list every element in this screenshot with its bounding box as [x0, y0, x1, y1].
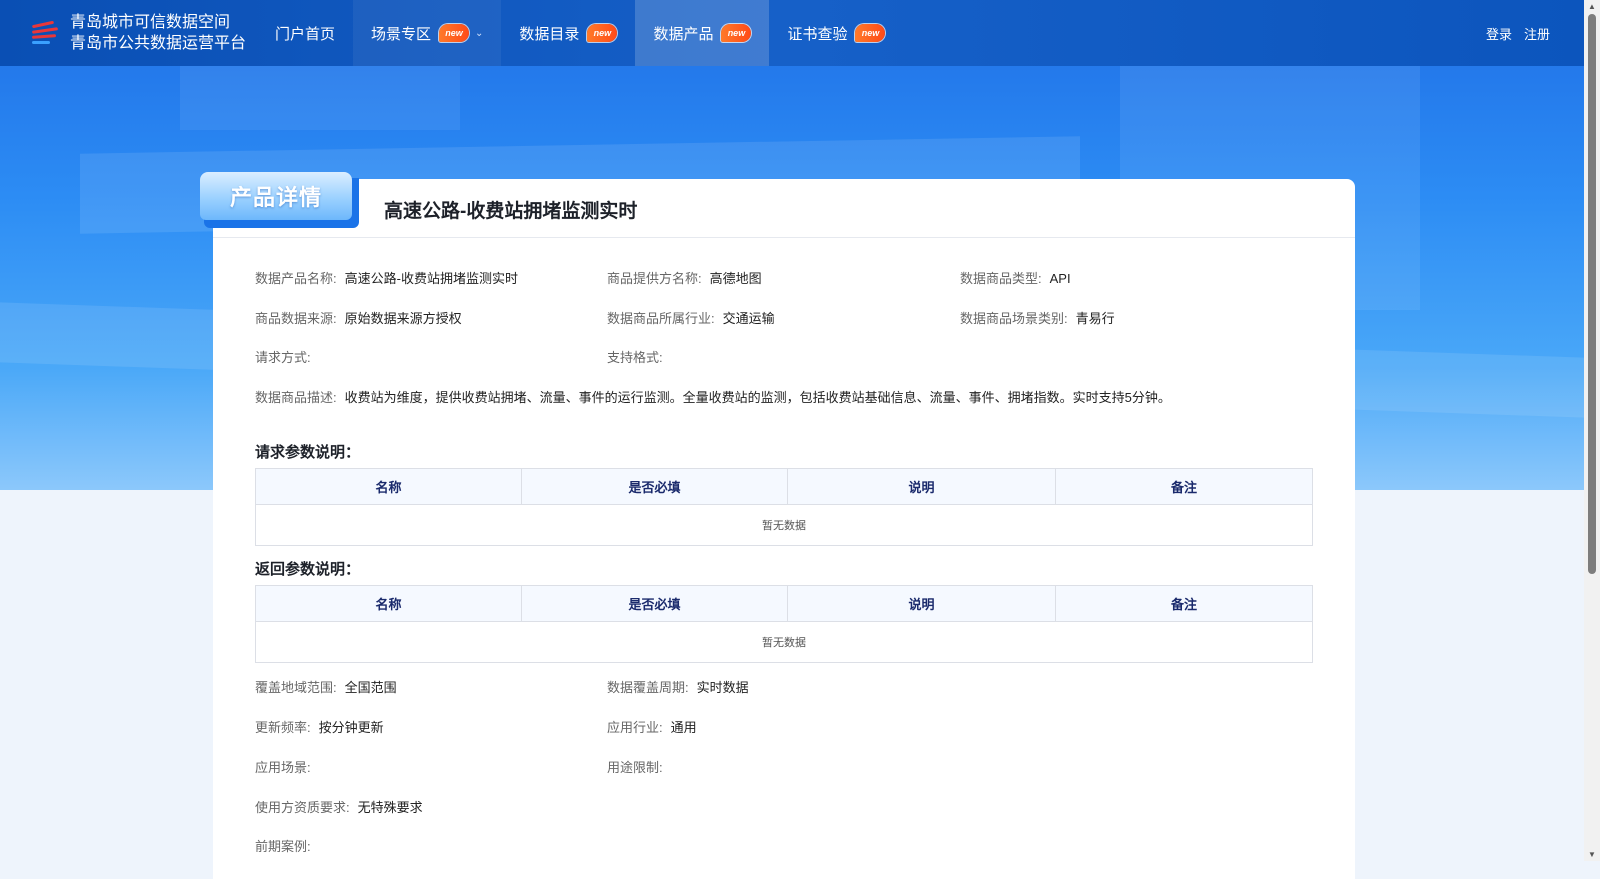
nav-data-products-label: 数据产品 — [653, 25, 714, 43]
field-data-source: 商品数据来源: 原始数据来源方授权 — [255, 308, 462, 327]
field-coverage-region: 覆盖地域范围: 全国范围 — [255, 677, 397, 696]
field-value: 交通运输 — [722, 311, 775, 326]
nav-certificate-check-label: 证书查验 — [787, 25, 848, 43]
product-detail-tag: 产品详情 — [200, 172, 359, 228]
field-value: 实时数据 — [696, 680, 749, 695]
chevron-down-icon: ⌄ — [475, 27, 484, 39]
field-label: 商品数据来源: — [255, 311, 337, 326]
product-detail-tag-label: 产品详情 — [200, 172, 352, 220]
register-link[interactable]: 注册 — [1524, 24, 1550, 43]
field-provider: 商品提供方名称: 高德地图 — [607, 268, 762, 287]
field-application-industry: 应用行业: 通用 — [607, 717, 697, 736]
field-application-scene: 应用场景: — [255, 757, 319, 776]
field-value: 通用 — [670, 720, 697, 735]
field-label: 数据商品描述: — [255, 390, 337, 405]
nav-certificate-check[interactable]: 证书查验 new — [769, 0, 903, 66]
field-label: 请求方式: — [255, 350, 311, 365]
nav-home[interactable]: 门户首页 — [257, 0, 353, 66]
column-header: 是否必填 — [521, 468, 788, 505]
field-label: 更新频率: — [255, 720, 311, 735]
field-label: 用途限制: — [607, 760, 663, 775]
response-params-title: 返回参数说明： — [255, 561, 361, 578]
page-scrollbar[interactable]: ▲ ▼ — [1584, 0, 1600, 861]
field-value: 无特殊要求 — [357, 800, 423, 815]
column-header: 备注 — [1055, 585, 1313, 622]
field-supported-format: 支持格式: — [607, 347, 671, 366]
login-link[interactable]: 登录 — [1486, 24, 1512, 43]
field-label: 覆盖地域范围: — [255, 680, 337, 695]
field-scene-category: 数据商品场景类别: 青易行 — [960, 308, 1115, 327]
field-label: 商品提供方名称: — [607, 271, 702, 286]
main-nav: 门户首页 场景专区 new ⌄ 数据目录 new 数据产品 new 证书查验 n… — [257, 0, 903, 66]
field-request-method: 请求方式: — [255, 347, 319, 366]
new-badge: new — [855, 24, 886, 42]
logo-icon — [30, 17, 62, 49]
field-update-frequency: 更新频率: 按分钟更新 — [255, 717, 384, 736]
card-header: 高速公路-收费站拥堵监测实时 — [213, 179, 1355, 238]
field-value: API — [1049, 271, 1071, 286]
new-badge: new — [587, 24, 618, 42]
field-qualification: 使用方资质要求: 无特殊要求 — [255, 797, 423, 816]
column-header: 是否必填 — [521, 585, 788, 622]
page-title: 高速公路-收费站拥堵监测实时 — [384, 201, 638, 222]
site-logo[interactable]: 青岛城市可信数据空间 青岛市公共数据运营平台 — [30, 12, 255, 54]
empty-table-message: 暂无数据 — [762, 520, 806, 532]
field-label: 前期案例: — [255, 839, 311, 854]
field-label: 数据商品类型: — [960, 271, 1042, 286]
column-header: 说明 — [787, 585, 1056, 622]
nav-home-label: 门户首页 — [275, 25, 336, 43]
field-value: 高速公路-收费站拥堵监测实时 — [344, 271, 518, 286]
product-detail-card: 高速公路-收费站拥堵监测实时 数据产品名称: 高速公路-收费站拥堵监测实时 商品提… — [213, 179, 1355, 879]
nav-data-catalog[interactable]: 数据目录 new — [501, 0, 635, 66]
top-navigation-bar: 青岛城市可信数据空间 青岛市公共数据运营平台 门户首页 场景专区 new ⌄ 数… — [0, 0, 1584, 66]
field-label: 数据商品所属行业: — [607, 311, 715, 326]
logo-title-line1: 青岛城市可信数据空间 — [70, 14, 231, 31]
field-usage-limit: 用途限制: — [607, 757, 671, 776]
auth-links: 登录 注册 — [1486, 0, 1550, 66]
field-label: 数据覆盖周期: — [607, 680, 689, 695]
field-value: 原始数据来源方授权 — [344, 311, 462, 326]
nav-data-products[interactable]: 数据产品 new — [635, 0, 770, 66]
column-header: 名称 — [255, 585, 522, 622]
field-product-type: 数据商品类型: API — [960, 268, 1071, 287]
field-product-name: 数据产品名称: 高速公路-收费站拥堵监测实时 — [255, 268, 518, 287]
nav-scenes[interactable]: 场景专区 new ⌄ — [353, 0, 502, 66]
scroll-down-arrow-icon[interactable]: ▼ — [1587, 850, 1597, 859]
field-label: 支持格式: — [607, 350, 663, 365]
new-badge: new — [721, 24, 752, 42]
response-params-table: 名称 是否必填 说明 备注 暂无数据 — [255, 585, 1313, 663]
field-description: 数据商品描述: 收费站为维度，提供收费站拥堵、流量、事件的运行监测。全量收费站的监… — [255, 387, 1171, 406]
field-value: 高德地图 — [709, 271, 762, 286]
empty-table-message: 暂无数据 — [762, 637, 806, 649]
scroll-up-arrow-icon[interactable]: ▲ — [1587, 2, 1597, 11]
field-prior-cases: 前期案例: — [255, 836, 311, 855]
nav-data-catalog-label: 数据目录 — [519, 25, 580, 43]
field-label: 使用方资质要求: — [255, 800, 350, 815]
field-value: 全国范围 — [344, 680, 397, 695]
field-value: 收费站为维度，提供收费站拥堵、流量、事件的运行监测。全量收费站的监测，包括收费站… — [344, 390, 1171, 405]
nav-scenes-label: 场景专区 — [371, 25, 432, 43]
field-value: 按分钟更新 — [318, 720, 384, 735]
field-value: 青易行 — [1075, 311, 1115, 326]
column-header: 备注 — [1055, 468, 1313, 505]
field-coverage-period: 数据覆盖周期: 实时数据 — [607, 677, 749, 696]
field-label: 应用场景: — [255, 760, 311, 775]
logo-title-line2: 青岛市公共数据运营平台 — [70, 35, 247, 52]
field-label: 数据产品名称: — [255, 271, 337, 286]
column-header: 名称 — [255, 468, 522, 505]
field-industry: 数据商品所属行业: 交通运输 — [607, 308, 775, 327]
request-params-title: 请求参数说明： — [255, 444, 361, 461]
column-header: 说明 — [787, 468, 1056, 505]
scroll-thumb[interactable] — [1588, 14, 1596, 574]
field-label: 应用行业: — [607, 720, 663, 735]
new-badge: new — [439, 24, 470, 42]
field-label: 数据商品场景类别: — [960, 311, 1068, 326]
request-params-table: 名称 是否必填 说明 备注 暂无数据 — [255, 468, 1313, 546]
